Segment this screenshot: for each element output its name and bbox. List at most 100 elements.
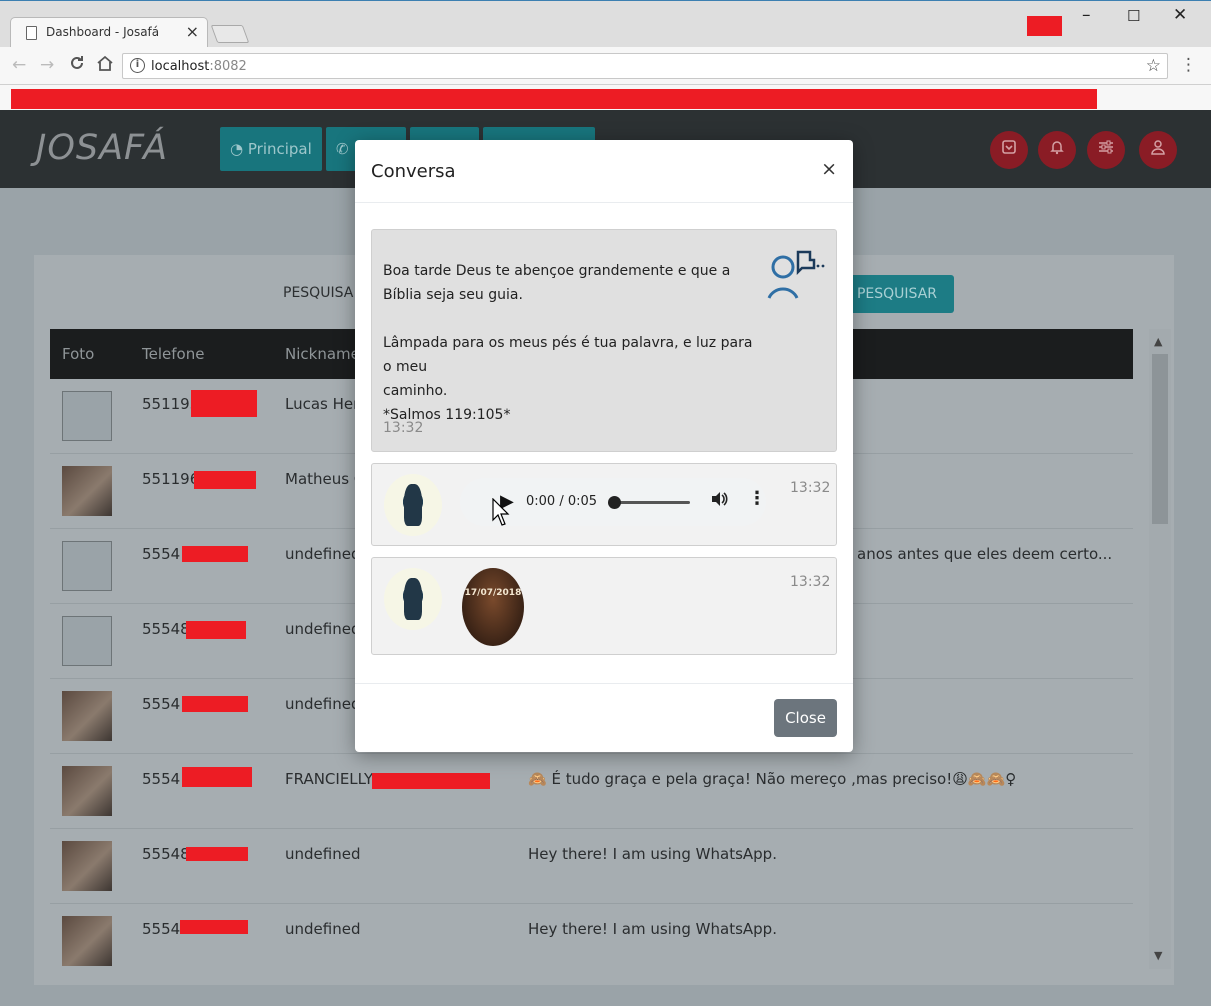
- nav-principal[interactable]: ◔ Principal: [220, 127, 322, 171]
- bell-icon[interactable]: [1038, 131, 1076, 169]
- redaction-block: [182, 767, 252, 787]
- dashboard-icon: ◔: [230, 140, 244, 158]
- contact-photo: [62, 766, 112, 816]
- phone-cell: 5554: [142, 695, 181, 713]
- nickname-cell: undefined: [285, 620, 361, 638]
- modal-title: Conversa: [371, 161, 456, 182]
- info-icon[interactable]: i: [130, 58, 145, 73]
- redaction-block: [191, 390, 257, 417]
- app-logo[interactable]: JOSAFÁ: [36, 128, 168, 168]
- table-row[interactable]: 5554 undefined Hey there! I am using Wha…: [50, 904, 1133, 979]
- phone-cell: 5554: [142, 770, 181, 788]
- nav-label: Principal: [247, 140, 312, 158]
- avatar: [384, 474, 442, 536]
- sliders-icon[interactable]: [1087, 131, 1125, 169]
- message-audio-bubble: ▶ 0:00 / 0:05 ⋮ 13:32: [371, 463, 837, 546]
- redaction-block: [182, 696, 248, 712]
- modal-header: Conversa ×: [355, 140, 853, 203]
- bookmark-star-icon[interactable]: ☆: [1146, 56, 1161, 76]
- reload-icon[interactable]: [69, 55, 85, 76]
- forward-icon[interactable]: →: [40, 55, 54, 75]
- message-time: 13:32: [790, 480, 831, 496]
- minimize-icon[interactable]: –: [1082, 5, 1091, 25]
- user-icon[interactable]: [1139, 131, 1177, 169]
- scroll-down-icon[interactable]: ▼: [1154, 949, 1162, 962]
- browser-tab[interactable]: Dashboard - Josafá ×: [10, 17, 208, 47]
- nickname-cell: Matheus C: [285, 470, 365, 488]
- phone-cell: 55548: [142, 620, 190, 638]
- conversation-modal: Conversa × Boa tarde Deus te abençoe gra…: [355, 140, 853, 752]
- archive-icon[interactable]: [990, 131, 1028, 169]
- redaction-block: [194, 471, 256, 489]
- close-button[interactable]: Close: [774, 699, 837, 737]
- contact-photo: [62, 541, 112, 591]
- mouse-cursor-icon: [492, 498, 510, 526]
- phone-cell: 55548: [142, 845, 190, 863]
- contact-photo: [62, 916, 112, 966]
- redaction-block: [180, 920, 248, 934]
- new-tab-button[interactable]: [210, 25, 250, 43]
- status-cell: Hey there! I am using WhatsApp.: [528, 920, 777, 938]
- message-text: Boa tarde Deus te abençoe grandemente e …: [383, 263, 753, 423]
- back-icon[interactable]: ←: [12, 55, 26, 75]
- message-text-bubble: Boa tarde Deus te abençoe grandemente e …: [371, 229, 837, 452]
- redaction-block: [186, 847, 248, 861]
- contact-photo: [62, 616, 112, 666]
- tab-close-icon[interactable]: ×: [186, 22, 199, 41]
- redaction-bar: [11, 89, 1097, 109]
- redaction-block: [186, 621, 246, 639]
- browser-toolbar: ← → i localhost:8082 ☆ ⋮: [0, 47, 1211, 85]
- status-cell: anos antes que eles deem certo...: [857, 545, 1113, 563]
- nickname-cell: Lucas Hen: [285, 395, 363, 413]
- nickname-cell: undefined: [285, 545, 361, 563]
- nickname-cell: undefined: [285, 920, 361, 938]
- user-chat-icon: [767, 250, 825, 299]
- header-nickname: Nickname: [285, 345, 360, 363]
- more-options-icon[interactable]: ⋮: [748, 488, 766, 509]
- window-close-icon[interactable]: ✕: [1173, 5, 1187, 25]
- phone-cell: 5554: [142, 545, 181, 563]
- maximize-icon[interactable]: ☐: [1127, 7, 1140, 25]
- scroll-up-icon[interactable]: ▲: [1154, 335, 1162, 348]
- status-cell: Hey there! I am using WhatsApp.: [528, 845, 777, 863]
- nickname-cell: undefined: [285, 845, 361, 863]
- message-image-bubble: 17/07/2018 13:32: [371, 557, 837, 655]
- contact-photo: [62, 841, 112, 891]
- url-text: localhost:8082: [151, 59, 247, 74]
- audio-time: 0:00 / 0:05: [526, 494, 598, 509]
- contact-photo: [62, 691, 112, 741]
- close-icon[interactable]: ×: [821, 158, 837, 180]
- document-icon: [26, 26, 37, 40]
- sticker-image[interactable]: 17/07/2018: [462, 568, 524, 646]
- home-icon[interactable]: [96, 55, 114, 76]
- search-label: PESQUISA: [283, 285, 354, 301]
- message-time: 13:32: [383, 420, 424, 436]
- scroll-thumb[interactable]: [1152, 354, 1168, 524]
- table-row[interactable]: 5554 FRANCIELLY 🙈 É tudo graça e pela gr…: [50, 754, 1133, 829]
- modal-footer: Close: [355, 683, 853, 752]
- address-bar[interactable]: i localhost:8082 ☆: [122, 53, 1168, 79]
- table-scrollbar[interactable]: ▲ ▼: [1149, 329, 1171, 969]
- browser-window: Dashboard - Josafá × – ☐ ✕ ← → i localho…: [0, 0, 1211, 111]
- header-telefone: Telefone: [142, 345, 205, 363]
- phone-cell: 5554: [142, 920, 181, 938]
- redaction-block: [1027, 16, 1062, 36]
- audio-seek-bar[interactable]: [614, 501, 690, 504]
- search-button[interactable]: PESQUISAR: [840, 275, 954, 313]
- phone-cell: 551196: [142, 470, 200, 488]
- table-row[interactable]: 55548 undefined Hey there! I am using Wh…: [50, 829, 1133, 904]
- tab-title: Dashboard - Josafá: [46, 25, 160, 39]
- redaction-block: [372, 773, 490, 789]
- header-foto: Foto: [62, 345, 95, 363]
- audio-seek-knob[interactable]: [608, 496, 621, 509]
- whatsapp-icon: ✆: [336, 140, 349, 158]
- message-time: 13:32: [790, 574, 831, 590]
- nickname-cell: FRANCIELLY: [285, 770, 374, 788]
- volume-icon[interactable]: [710, 490, 728, 513]
- bookmarks-bar: [0, 85, 1211, 111]
- redaction-block: [182, 546, 248, 562]
- contact-photo: [62, 391, 112, 441]
- sticker-date: 17/07/2018: [464, 588, 522, 598]
- browser-menu-icon[interactable]: ⋮: [1180, 55, 1197, 75]
- status-cell: 🙈 É tudo graça e pela graça! Não mereço …: [528, 770, 1017, 788]
